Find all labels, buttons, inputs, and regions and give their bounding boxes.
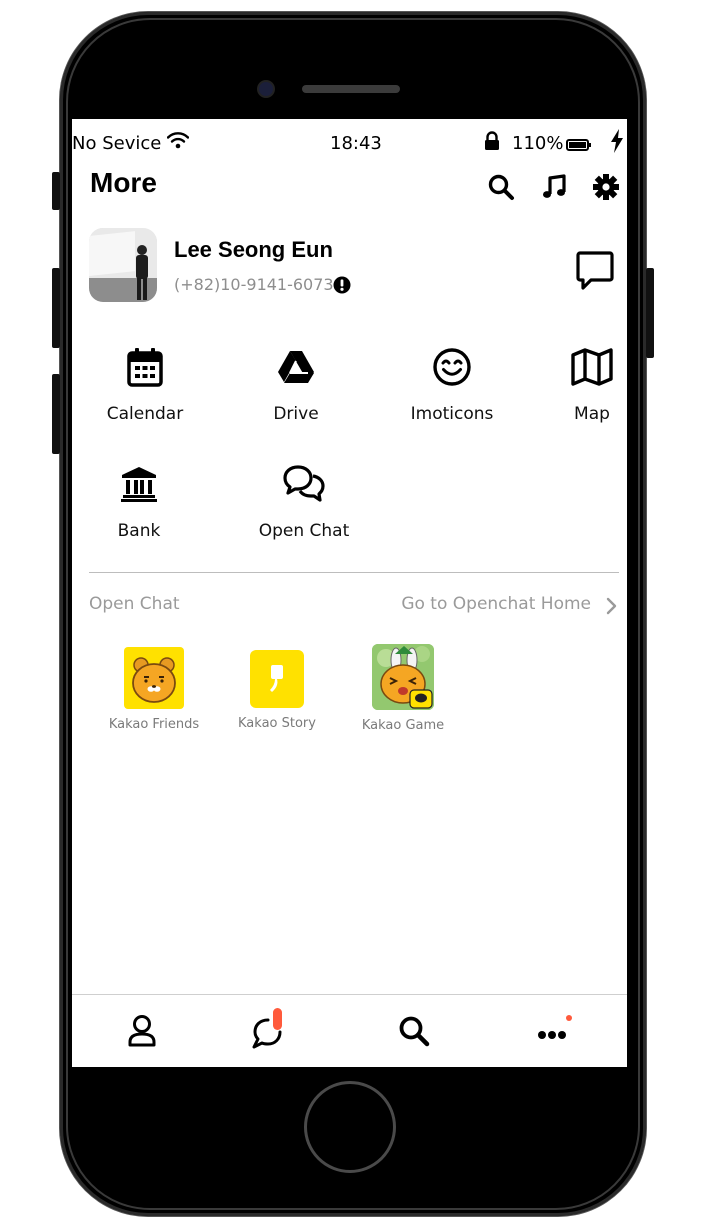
earpiece-speaker [302,85,400,93]
app-kakao-game[interactable]: Kakao Game [348,644,458,733]
app-label-kakao-story: Kakao Story [238,716,316,731]
more-badge [566,1015,572,1021]
app-label-kakao-friends: Kakao Friends [108,717,200,732]
tab-bar-divider [72,994,627,995]
charging-bolt-icon [610,129,624,157]
volume-down-button [52,374,60,454]
new-message-badge [273,1008,282,1030]
lock-icon [484,131,500,155]
menu-item-drive[interactable]: Drive [236,344,356,424]
menu-item-map[interactable]: Map [532,344,627,424]
smile-icon [392,344,512,390]
clock: 18:43 [330,133,382,154]
menu-label-calendar: Calendar [106,404,184,424]
page-title: More [90,167,157,198]
status-bar: No Sevice 18:43 110% [72,119,627,165]
volume-up-button [52,268,60,348]
power-button [646,268,654,358]
battery-percent: 110% [512,133,564,154]
alert-icon [333,276,351,298]
openchat-home-link[interactable]: Go to Openchat Home [401,594,591,614]
tab-search[interactable] [389,1012,439,1054]
app-label-kakao-game: Kakao Game [361,718,445,733]
menu-item-open-chat[interactable]: Open Chat [244,461,364,541]
kakao-friends-icon [124,647,184,709]
avatar[interactable] [89,228,157,302]
search-icon [398,1015,430,1051]
menu-item-imoticons[interactable]: Imoticons [392,344,512,424]
open-chat-icon [244,461,364,507]
person-icon [127,1014,157,1052]
menu-item-calendar[interactable]: Calendar [85,344,205,424]
app-kakao-friends[interactable]: Kakao Friends [99,647,209,732]
open-chat-section-title: Open Chat [89,594,180,614]
carrier-label: No Sevice [72,133,162,154]
drive-icon [236,344,356,390]
menu-label-drive: Drive [273,404,319,424]
home-button[interactable] [304,1081,396,1173]
chat-bubble-icon[interactable] [575,250,615,296]
map-icon [532,344,627,390]
profile-name: Lee Seong Eun [174,237,333,262]
music-icon[interactable] [538,171,570,203]
menu-label-imoticons: Imoticons [410,404,494,424]
kakao-story-icon [250,650,304,708]
section-divider [89,572,619,573]
front-camera [259,82,273,96]
chat-icon [250,1008,284,1050]
tab-more[interactable] [528,1012,578,1054]
menu-label-bank: Bank [117,521,161,541]
chevron-right-icon[interactable] [606,597,618,619]
calendar-icon [85,344,205,390]
mute-switch [52,172,60,210]
tab-chats[interactable] [242,1008,292,1054]
kakao-game-icon [372,644,434,710]
profile-phone: (+82)10-9141-6073 [174,275,334,294]
menu-label-open-chat: Open Chat [258,521,350,541]
gear-icon[interactable] [590,171,622,203]
wifi-icon [166,131,190,153]
search-icon[interactable] [485,171,517,203]
app-kakao-story[interactable]: Kakao Story [222,647,332,731]
bank-icon [79,461,199,507]
menu-label-map: Map [574,404,610,424]
more-dots-icon [536,1015,572,1043]
tab-friends[interactable] [117,1012,167,1054]
screen: No Sevice 18:43 110% More Lee Seong Eun … [72,119,627,1067]
menu-item-bank[interactable]: Bank [79,461,199,541]
battery-icon [566,136,592,155]
